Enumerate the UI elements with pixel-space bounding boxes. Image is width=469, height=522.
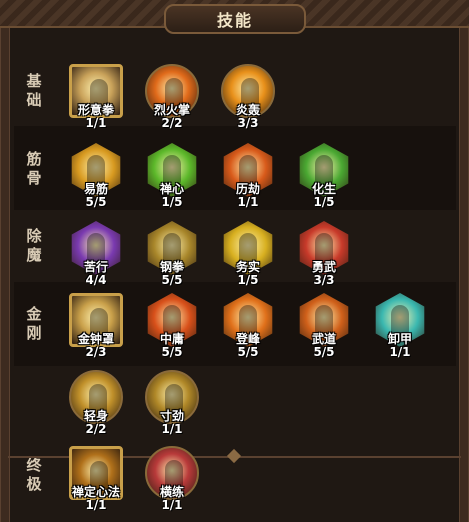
skill-panel: 技能 基础 筋骨 除魔 金刚 终极 形意拳 1/1 烈火掌 2/2 炎轰 3/3… xyxy=(0,0,469,522)
skill-lijie[interactable]: 历劫 1/1 xyxy=(218,143,278,213)
skill-jinzhongzhao[interactable]: 金钟罩 2/3 xyxy=(66,293,126,363)
skill-yongwu[interactable]: 勇武 3/3 xyxy=(294,221,354,291)
category-basic: 基础 xyxy=(26,72,42,109)
skill-chanxin[interactable]: 禅心 1/5 xyxy=(142,143,202,213)
skill-level: 2/3 xyxy=(85,345,107,359)
skill-level: 3/3 xyxy=(237,116,259,130)
panel-title: 技能 xyxy=(216,11,253,30)
skill-level: 2/2 xyxy=(85,422,107,436)
skill-yijin[interactable]: 易筋 5/5 xyxy=(66,143,126,213)
skill-wushi[interactable]: 务实 1/5 xyxy=(218,221,278,291)
skill-level: 1/1 xyxy=(161,422,183,436)
category-sinew: 筋骨 xyxy=(26,150,42,187)
skill-kuxing[interactable]: 苦行 4/4 xyxy=(66,221,126,291)
category-vajra: 金刚 xyxy=(26,305,42,342)
skill-qingshen[interactable]: 轻身 2/2 xyxy=(66,370,126,440)
skill-level: 5/5 xyxy=(313,345,335,359)
skill-wudao[interactable]: 武道 5/5 xyxy=(294,293,354,363)
skill-level: 1/1 xyxy=(389,345,411,359)
skill-level: 1/5 xyxy=(313,195,335,209)
skill-huasheng[interactable]: 化生 1/5 xyxy=(294,143,354,213)
skill-yanhong[interactable]: 炎轰 3/3 xyxy=(218,64,278,134)
skill-gangquan[interactable]: 钢拳 5/5 xyxy=(142,221,202,291)
skill-liehuozhang[interactable]: 烈火掌 2/2 xyxy=(142,64,202,134)
skill-cunjin[interactable]: 寸劲 1/1 xyxy=(142,370,202,440)
skill-level: 1/1 xyxy=(85,116,107,130)
left-frame xyxy=(0,28,10,522)
skill-dengfeng[interactable]: 登峰 5/5 xyxy=(218,293,278,363)
skill-zhongyong[interactable]: 中庸 5/5 xyxy=(142,293,202,363)
skill-xiejia[interactable]: 卸甲 1/1 xyxy=(370,293,430,363)
divider-ornament xyxy=(226,448,242,464)
skill-level: 5/5 xyxy=(161,273,183,287)
skill-xingyiquan[interactable]: 形意拳 1/1 xyxy=(66,64,126,134)
skill-level: 1/1 xyxy=(161,498,183,512)
skill-level: 5/5 xyxy=(85,195,107,209)
skill-level: 5/5 xyxy=(161,345,183,359)
skill-level: 5/5 xyxy=(237,345,259,359)
category-ultimate: 终极 xyxy=(26,456,42,493)
skill-level: 4/4 xyxy=(85,273,107,287)
skill-level: 1/1 xyxy=(85,498,107,512)
skill-chanding-xinfa[interactable]: 禅定心法 1/1 xyxy=(66,446,126,516)
skill-level: 1/5 xyxy=(237,273,259,287)
skill-level: 3/3 xyxy=(313,273,335,287)
skill-level: 1/1 xyxy=(237,195,259,209)
category-demon: 除魔 xyxy=(26,227,42,264)
skill-level: 2/2 xyxy=(161,116,183,130)
title-plate: 技能 xyxy=(164,4,306,34)
right-frame xyxy=(459,28,469,522)
skill-henglian[interactable]: 横练 1/1 xyxy=(142,446,202,516)
skill-level: 1/5 xyxy=(161,195,183,209)
